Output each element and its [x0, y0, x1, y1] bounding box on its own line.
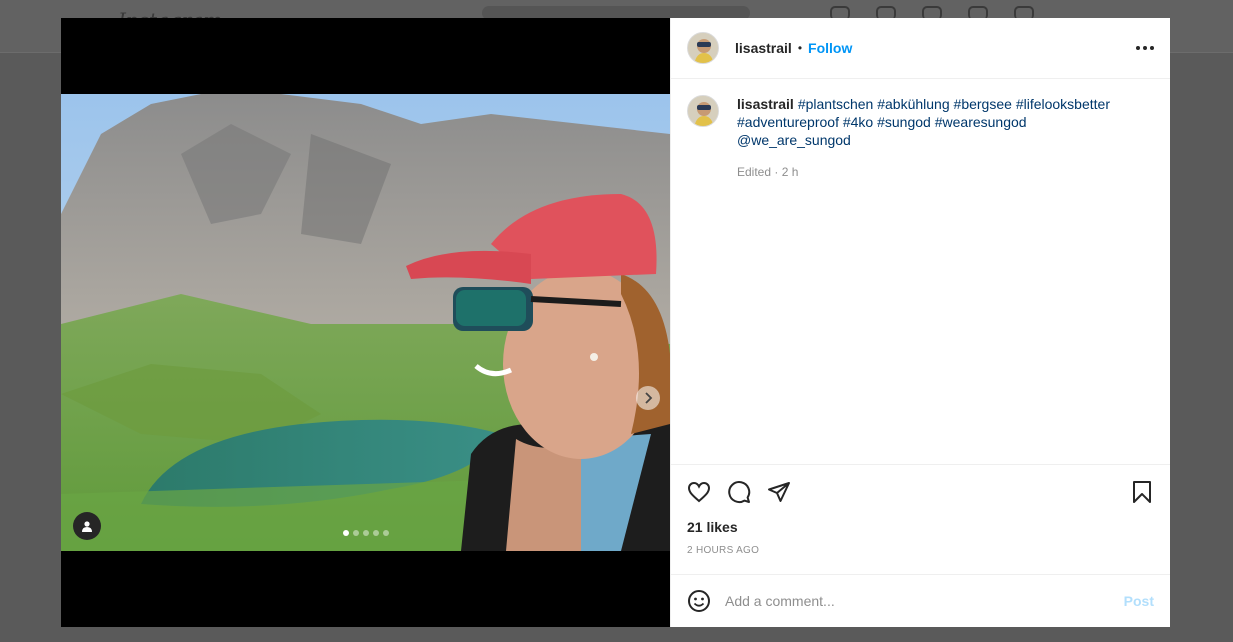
post-header: lisastrail • Follow: [671, 18, 1170, 79]
post-actions: 21 likes 2 HOURS AGO: [671, 464, 1170, 574]
edited-timestamp: Edited · 2 h: [737, 165, 799, 179]
caption-row: lisastrail #plantschen #abkühlung #bergse…: [687, 95, 1154, 179]
hashtag-link[interactable]: #plantschen: [798, 96, 874, 112]
more-icon-dot: [1143, 46, 1147, 50]
more-icon: [1136, 46, 1140, 50]
tagged-users-button[interactable]: [73, 512, 101, 540]
like-button[interactable]: [687, 480, 711, 504]
photo-illustration: [61, 94, 670, 551]
action-icon-row: [687, 477, 1154, 507]
comment-icon: [728, 481, 751, 504]
carousel-dot: [353, 530, 359, 536]
comment-button[interactable]: [727, 480, 751, 504]
hashtag-link[interactable]: #bergsee: [954, 96, 1012, 112]
post-comment-button[interactable]: Post: [1124, 593, 1154, 609]
header-separator: •: [797, 41, 803, 55]
comment-input[interactable]: [725, 593, 1124, 609]
hashtag-link[interactable]: #sungod: [877, 114, 931, 130]
avatar-image: [688, 96, 718, 126]
carousel-dot: [363, 530, 369, 536]
more-icon-dot: [1150, 46, 1154, 50]
hashtag-link[interactable]: #abkühlung: [877, 96, 949, 112]
hashtag-link[interactable]: #lifelooksbetter: [1016, 96, 1110, 112]
hashtag-link[interactable]: #4ko: [843, 114, 873, 130]
caption-username[interactable]: lisastrail: [737, 96, 794, 112]
carousel-dot: [373, 530, 379, 536]
more-options-button[interactable]: [1136, 38, 1154, 58]
likes-count[interactable]: 21 likes: [687, 519, 1154, 535]
comment-bar: Post: [671, 574, 1170, 627]
caption-area: lisastrail #plantschen #abkühlung #bergse…: [671, 79, 1170, 464]
share-icon: [768, 482, 790, 502]
bookmark-icon: [1133, 481, 1151, 503]
post-photo[interactable]: [61, 94, 670, 551]
caption-text: lisastrail #plantschen #abkühlung #bergse…: [737, 95, 1117, 149]
mention-link[interactable]: @we_are_sungod: [737, 132, 851, 148]
follow-button[interactable]: Follow: [808, 40, 852, 56]
emoji-icon: [688, 590, 710, 612]
heart-icon: [687, 481, 711, 503]
avatar[interactable]: [687, 32, 719, 64]
user-tag-icon: [82, 521, 92, 532]
share-button[interactable]: [767, 480, 791, 504]
username-link[interactable]: lisastrail: [735, 40, 792, 56]
avatar-image: [688, 33, 718, 63]
emoji-button[interactable]: [687, 589, 711, 613]
chevron-right-icon: [645, 392, 653, 404]
carousel-dot: [343, 530, 349, 536]
post-modal: lisastrail • Follow lisastrail #plantsch…: [61, 18, 1170, 627]
caption-body: lisastrail #plantschen #abkühlung #bergse…: [737, 95, 1117, 179]
hashtag-link[interactable]: #adventureproof: [737, 114, 839, 130]
next-slide-button[interactable]: [636, 386, 660, 410]
caption-avatar[interactable]: [687, 95, 719, 127]
post-sidebar: lisastrail • Follow lisastrail #plantsch…: [670, 18, 1170, 627]
post-media: [61, 18, 670, 627]
carousel-indicator: [343, 530, 389, 536]
save-button[interactable]: [1130, 480, 1154, 504]
post-timestamp[interactable]: 2 HOURS AGO: [687, 545, 1154, 556]
hashtag-link[interactable]: #wearesungod: [935, 114, 1027, 130]
carousel-dot: [383, 530, 389, 536]
